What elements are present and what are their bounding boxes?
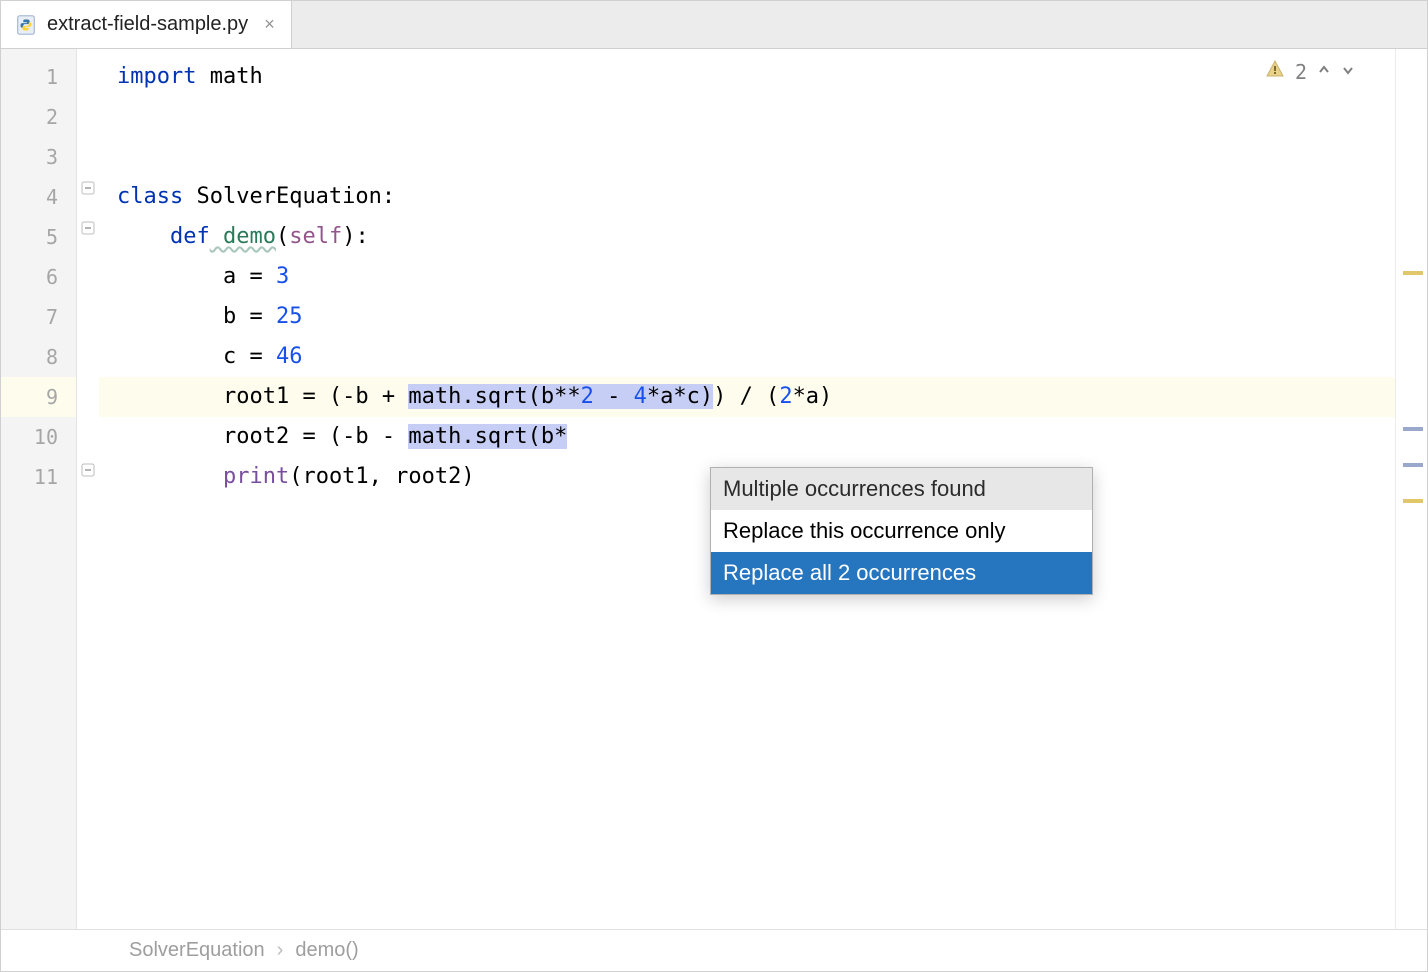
code-line[interactable]: a = 3 xyxy=(99,257,1395,297)
code-line[interactable]: b = 25 xyxy=(99,297,1395,337)
occurrences-popup: Multiple occurrences found Replace this … xyxy=(710,467,1093,595)
stripe-mark-info[interactable] xyxy=(1403,427,1423,431)
breadcrumb-item[interactable]: SolverEquation xyxy=(129,939,265,962)
code-line[interactable] xyxy=(99,137,1395,177)
code-line[interactable]: import math xyxy=(99,57,1395,97)
error-stripe[interactable] xyxy=(1395,49,1427,929)
next-highlight-icon[interactable] xyxy=(1341,61,1355,82)
stripe-mark-warning[interactable] xyxy=(1403,271,1423,275)
line-number[interactable]: 4 xyxy=(1,177,76,217)
line-number[interactable]: 8 xyxy=(1,337,76,377)
code-line[interactable]: class SolverEquation: xyxy=(99,177,1395,217)
close-tab-icon[interactable]: × xyxy=(264,14,275,35)
selection: math.sqrt(b* xyxy=(408,424,567,449)
code-line[interactable]: root1 = (-b + math.sqrt(b**2 - 4*a*c)) /… xyxy=(99,377,1395,417)
code-line[interactable]: def demo(self): xyxy=(99,217,1395,257)
selection: math.sqrt(b**2 - 4*a*c) xyxy=(408,384,713,409)
line-number-gutter: 1 2 3 4 5 6 7 8 9 10 11 xyxy=(1,49,77,929)
fold-end-icon[interactable] xyxy=(81,463,95,477)
tab-bar: extract-field-sample.py × xyxy=(1,1,1427,49)
fold-toggle-icon[interactable] xyxy=(81,221,95,235)
code-line[interactable]: c = 46 xyxy=(99,337,1395,377)
breadcrumb-separator-icon: › xyxy=(277,939,284,962)
line-number[interactable]: 10 xyxy=(1,417,76,457)
replace-all-occurrences[interactable]: Replace all 2 occurrences xyxy=(711,552,1092,594)
ide-window: extract-field-sample.py × 1 2 3 4 5 6 7 … xyxy=(0,0,1428,972)
stripe-mark-info[interactable] xyxy=(1403,463,1423,467)
line-number[interactable]: 2 xyxy=(1,97,76,137)
stripe-mark-warning[interactable] xyxy=(1403,499,1423,503)
breadcrumb-bar: SolverEquation › demo() xyxy=(1,929,1427,971)
popup-title: Multiple occurrences found xyxy=(711,468,1092,510)
inspection-widget[interactable]: 2 xyxy=(1265,59,1355,84)
fold-toggle-icon[interactable] xyxy=(81,181,95,195)
line-number[interactable]: 7 xyxy=(1,297,76,337)
fold-strip xyxy=(77,49,99,929)
editor: 1 2 3 4 5 6 7 8 9 10 11 import ma xyxy=(1,49,1427,929)
line-number[interactable]: 3 xyxy=(1,137,76,177)
python-file-icon xyxy=(15,14,37,36)
code-area[interactable]: import math class SolverEquation: def de… xyxy=(99,49,1395,929)
prev-highlight-icon[interactable] xyxy=(1317,61,1331,82)
line-number[interactable]: 5 xyxy=(1,217,76,257)
code-line[interactable] xyxy=(99,97,1395,137)
line-number[interactable]: 11 xyxy=(1,457,76,497)
breadcrumb-item[interactable]: demo() xyxy=(295,939,358,962)
line-number[interactable]: 9 xyxy=(1,377,76,417)
editor-tab[interactable]: extract-field-sample.py × xyxy=(1,1,292,48)
warning-icon xyxy=(1265,59,1285,84)
tab-filename: extract-field-sample.py xyxy=(47,13,248,36)
line-number[interactable]: 6 xyxy=(1,257,76,297)
warning-count: 2 xyxy=(1295,60,1307,84)
replace-this-occurrence[interactable]: Replace this occurrence only xyxy=(711,510,1092,552)
code-line[interactable]: root2 = (-b - math.sqrt(b* xyxy=(99,417,1395,457)
line-number[interactable]: 1 xyxy=(1,57,76,97)
